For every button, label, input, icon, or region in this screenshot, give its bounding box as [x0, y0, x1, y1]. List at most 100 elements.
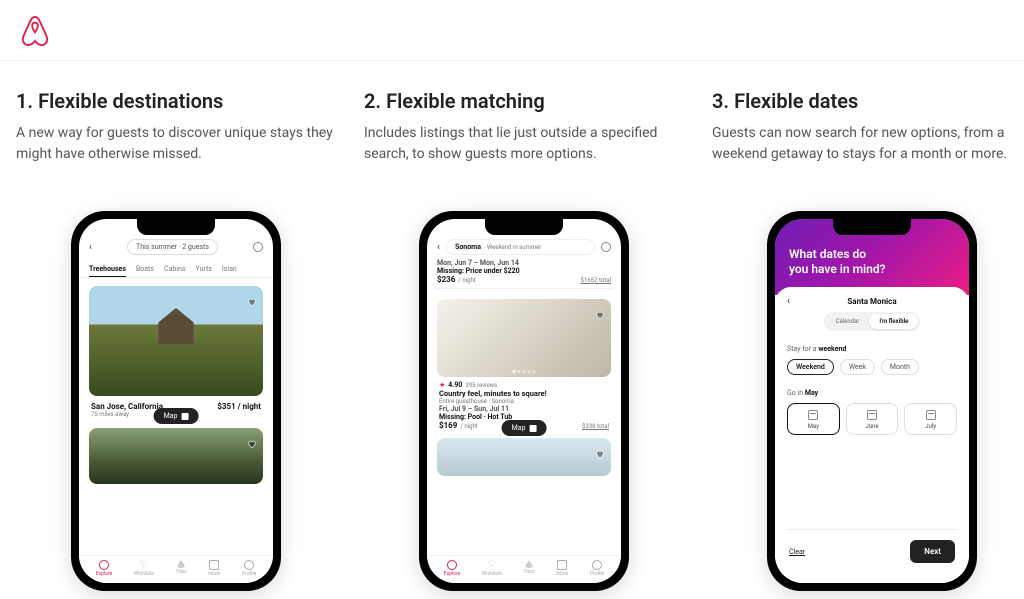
- bottom-sheet: ‹ Santa Monica Calendar I'm flexible Sta…: [775, 287, 969, 583]
- stay-month-pill[interactable]: Month: [881, 359, 919, 375]
- segment-calendar[interactable]: Calendar: [826, 314, 870, 329]
- stay-length-row: Weekend Week Month: [787, 359, 957, 375]
- phone-mockup-2: ‹ Sonoma Weekend in summer Mon, Jun 7 – …: [419, 211, 629, 591]
- segment-flexible[interactable]: I'm flexible: [869, 314, 918, 329]
- phone-notch: [833, 219, 911, 235]
- month-july-card[interactable]: July: [904, 403, 957, 435]
- divider: [79, 277, 273, 278]
- listing-dates: Fri, Jul 9 – Sun, Jul 11: [439, 405, 609, 413]
- back-icon[interactable]: ‹: [89, 242, 92, 253]
- feature-col-2: 2. Flexible matching Includes listings t…: [364, 89, 684, 591]
- heart-icon: ♡: [488, 560, 496, 570]
- filter-icon[interactable]: [601, 242, 611, 252]
- listing-title: Country feel, minutes to square!: [439, 389, 609, 398]
- listing-location: San Jose, California: [91, 402, 163, 411]
- hero-line-2: you have in mind?: [789, 262, 955, 277]
- listing-photo-partial[interactable]: [437, 438, 611, 476]
- category-tabs: Treehouses Boats Cabins Yurts Islan: [79, 259, 273, 277]
- profile-icon: [244, 560, 254, 570]
- listing-subtitle: Entire guesthouse · Sonoma: [439, 398, 609, 405]
- feature-col-1: 1. Flexible destinations A new way for g…: [16, 89, 336, 591]
- feature-title: 2. Flexible matching: [364, 89, 684, 113]
- stay-for-label: Stay for a weekend: [787, 345, 846, 353]
- feature-title: 1. Flexible destinations: [16, 89, 336, 113]
- feature-desc: Includes listings that lie just outside …: [364, 123, 684, 187]
- nav-trips[interactable]: Trips: [524, 560, 535, 577]
- listing-photo[interactable]: [437, 299, 611, 377]
- wishlist-heart-icon[interactable]: [595, 305, 605, 315]
- search-icon: [447, 560, 457, 570]
- profile-icon: [592, 560, 602, 570]
- treehouse-illustration: [154, 308, 198, 344]
- stay-weekend-pill[interactable]: Weekend: [787, 359, 834, 375]
- nav-inbox[interactable]: Inbox: [556, 560, 568, 577]
- search-summary-pill[interactable]: This summer · 2 guests: [127, 239, 218, 255]
- airbnb-logo-icon[interactable]: [20, 31, 50, 50]
- feature-desc: Guests can now search for new options, f…: [712, 123, 1024, 187]
- nav-wishlists[interactable]: ♡Wishlists: [134, 560, 154, 577]
- search-icon: [99, 560, 109, 570]
- calendar-icon: [808, 410, 818, 420]
- bottom-nav: Explore ♡Wishlists Trips Inbox Profile: [427, 555, 621, 583]
- nav-explore[interactable]: Explore: [444, 560, 461, 577]
- calendar-flexible-segment: Calendar I'm flexible: [824, 312, 921, 331]
- month-june-card[interactable]: June: [846, 403, 899, 435]
- heart-icon: ♡: [140, 560, 148, 570]
- tab-cabins[interactable]: Cabins: [164, 265, 185, 277]
- logo-icon: [524, 560, 534, 568]
- phone-mockup-1: ‹ This summer · 2 guests Treehouses Boat…: [71, 211, 281, 591]
- wishlist-heart-icon[interactable]: [247, 292, 257, 302]
- nav-profile[interactable]: Profile: [242, 560, 256, 577]
- listing-rating: 4.90: [448, 381, 462, 389]
- phone-screen: ‹ Sonoma Weekend in summer Mon, Jun 7 – …: [427, 219, 621, 583]
- clear-button[interactable]: Clear: [789, 548, 805, 556]
- nav-profile[interactable]: Profile: [590, 560, 604, 577]
- nav-wishlists[interactable]: ♡Wishlists: [482, 560, 502, 577]
- phone-screen: ‹ This summer · 2 guests Treehouses Boat…: [79, 219, 273, 583]
- logo-icon: [176, 560, 186, 568]
- phone-mockup-3: What dates do you have in mind? ‹ Santa …: [767, 211, 977, 591]
- next-button[interactable]: Next: [910, 540, 955, 563]
- back-icon[interactable]: ‹: [437, 242, 440, 253]
- wishlist-heart-icon[interactable]: [247, 434, 257, 444]
- search-location: Sonoma: [455, 243, 481, 251]
- phone-notch: [137, 219, 215, 235]
- tab-yurts[interactable]: Yurts: [196, 265, 212, 277]
- listing-photo[interactable]: [89, 286, 263, 396]
- hero-line-1: What dates do: [789, 247, 955, 262]
- listing-dates: Mon, Jun 7 – Mon, Jun 14: [437, 259, 611, 267]
- search-summary-text: This summer · 2 guests: [136, 243, 209, 251]
- feature-columns: 1. Flexible destinations A new way for g…: [0, 61, 1024, 599]
- listing-total: $1652 total: [581, 277, 611, 284]
- photo-pager-dots: [513, 370, 536, 373]
- nav-explore[interactable]: Explore: [96, 560, 113, 577]
- month-may-card[interactable]: May: [787, 403, 840, 435]
- sheet-footer: Clear Next: [787, 529, 957, 573]
- tab-treehouses[interactable]: Treehouses: [89, 265, 126, 277]
- map-toggle-button[interactable]: Map: [502, 420, 547, 436]
- calendar-icon: [867, 410, 877, 420]
- wishlist-heart-icon[interactable]: [595, 444, 605, 454]
- map-icon: [181, 413, 188, 420]
- listing-price: $169: [439, 421, 457, 430]
- tab-islands[interactable]: Islan: [222, 265, 237, 277]
- listing-photo-partial[interactable]: [89, 428, 263, 484]
- listing-total: $338 total: [582, 423, 609, 430]
- map-toggle-button[interactable]: Map: [154, 408, 199, 424]
- listing-reviews: 395 reviews: [465, 382, 497, 389]
- chat-icon: [209, 560, 219, 570]
- calendar-icon: [926, 410, 936, 420]
- nav-trips[interactable]: Trips: [176, 560, 187, 577]
- back-icon[interactable]: ‹: [787, 296, 790, 307]
- filter-icon[interactable]: [253, 242, 263, 252]
- month-row: May June July: [787, 403, 957, 435]
- feature-title: 3. Flexible dates: [712, 89, 1024, 113]
- nav-inbox[interactable]: Inbox: [208, 560, 220, 577]
- tab-boats[interactable]: Boats: [136, 265, 154, 277]
- feature-desc: A new way for guests to discover unique …: [16, 123, 336, 187]
- search-pill[interactable]: Sonoma Weekend in summer: [446, 239, 595, 255]
- listing-card-partial[interactable]: Mon, Jun 7 – Mon, Jun 14 Missing: Price …: [437, 259, 611, 289]
- star-icon: ★: [439, 381, 445, 389]
- listing-price: $236: [437, 275, 455, 284]
- stay-week-pill[interactable]: Week: [840, 359, 875, 375]
